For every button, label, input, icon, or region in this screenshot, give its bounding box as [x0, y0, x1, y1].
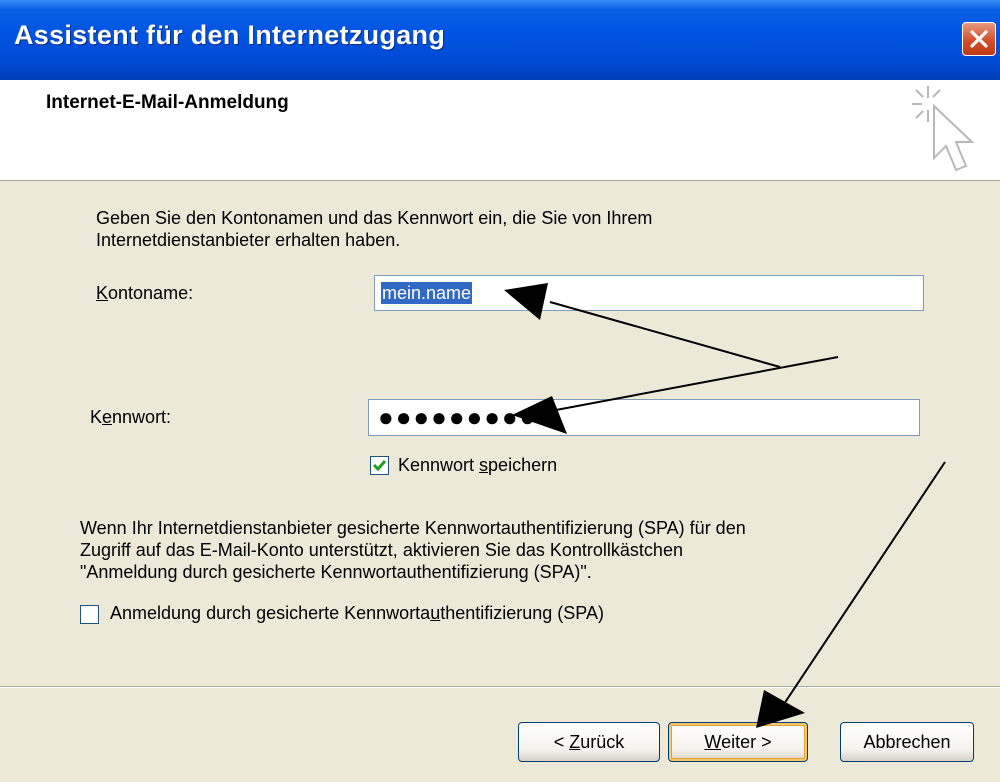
- page-title: Internet-E-Mail-Anmeldung: [46, 92, 289, 113]
- remember-password-label[interactable]: Kennwort speichern: [398, 455, 557, 476]
- button-separator: [0, 686, 1000, 688]
- account-name-value: mein.name: [381, 282, 473, 304]
- close-button[interactable]: [962, 22, 996, 56]
- remember-password-checkbox[interactable]: [370, 456, 389, 475]
- spa-line-2: Zugriff auf das E-Mail-Konto unterstützt…: [80, 540, 683, 560]
- cancel-button[interactable]: Abbrechen: [840, 722, 974, 762]
- password-input[interactable]: ●●●●●●●●●: [368, 399, 920, 436]
- password-value: ●●●●●●●●●: [378, 402, 538, 432]
- title-bar: Assistent für den Internetzugang: [0, 0, 1000, 80]
- wizard-cursor-icon: [912, 86, 975, 172]
- back-button[interactable]: < Zurück: [518, 722, 660, 762]
- spa-description: Wenn Ihr Internetdienstanbieter gesicher…: [80, 517, 880, 583]
- spa-line-1: Wenn Ihr Internetdienstanbieter gesicher…: [80, 518, 746, 538]
- window-title: Assistent für den Internetzugang: [14, 20, 446, 50]
- intro-text: Geben Sie den Kontonamen und das Kennwor…: [96, 207, 816, 251]
- spa-checkbox[interactable]: [80, 605, 99, 624]
- spa-checkbox-label[interactable]: Anmeldung durch gesicherte Kennwortauthe…: [110, 603, 604, 624]
- account-name-label: Kontoname:: [96, 283, 194, 303]
- close-icon: [970, 30, 988, 48]
- intro-line-1: Geben Sie den Kontonamen und das Kennwor…: [96, 208, 653, 228]
- spa-line-3: "Anmeldung durch gesicherte Kennwortauth…: [80, 562, 592, 582]
- checkmark-icon: [372, 460, 387, 472]
- wizard-header: Internet-E-Mail-Anmeldung: [0, 80, 1000, 181]
- wizard-content: Geben Sie den Kontonamen und das Kennwor…: [0, 181, 1000, 686]
- next-button[interactable]: Weiter >: [668, 722, 808, 762]
- account-name-input[interactable]: mein.name: [374, 275, 924, 311]
- password-label: Kennwort:: [90, 407, 172, 427]
- intro-line-2: Internetdienstanbieter erhalten haben.: [96, 230, 401, 250]
